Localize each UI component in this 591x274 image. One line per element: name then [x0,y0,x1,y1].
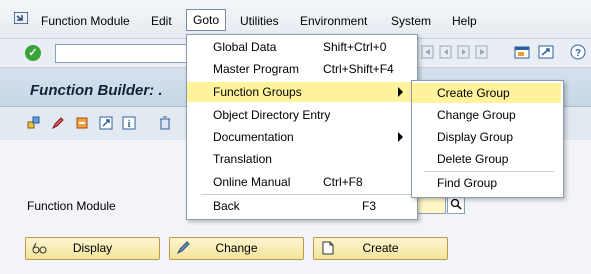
goto-dropdown-menu: Global Data Shift+Ctrl+0 Master Program … [186,34,418,220]
submenu-item-find-group[interactable]: Find Group [412,173,561,193]
menu-item-label: Back [213,199,240,213]
help-icon[interactable]: ? [570,44,586,60]
enter-check-icon[interactable]: ✓ [25,45,41,61]
menu-utilities[interactable]: Utilities [240,14,279,28]
menu-item-shortcut: Shift+Ctrl+0 [323,40,387,54]
menu-separator [201,194,411,195]
change-button[interactable]: Change [169,237,304,260]
info-icon[interactable]: i [122,116,136,130]
submenu-item-delete-group[interactable]: Delete Group [412,149,561,169]
submenu-item-label: Find Group [437,176,498,190]
other-object-icon[interactable] [27,116,41,130]
menu-item-online-manual[interactable]: Online Manual Ctrl+F8 [187,172,415,192]
submenu-arrow-icon [398,132,403,142]
menu-item-translation[interactable]: Translation [187,149,415,169]
menu-item-label: Documentation [213,130,294,144]
menu-item-shortcut: F3 [362,199,377,213]
system-menu-icon[interactable] [14,12,28,24]
function-module-label: Function Module [27,199,116,213]
page-title: Function Builder: . [30,82,163,99]
submenu-item-label: Create Group [437,86,510,100]
submenu-item-change-group[interactable]: Change Group [412,105,561,125]
where-used-icon[interactable] [99,116,113,130]
display-button-label: Display [72,241,113,255]
menu-item-documentation[interactable]: Documentation [187,127,415,147]
menu-item-label: Object Directory Entry [213,108,331,122]
submenu-item-label: Change Group [437,108,516,122]
submenu-item-create-group[interactable]: Create Group [412,83,561,103]
menu-item-back[interactable]: Back F3 [187,196,415,216]
submenu-arrow-icon [398,87,403,97]
change-button-label: Change [215,241,258,255]
create-button-label: Create [362,241,399,255]
menu-help[interactable]: Help [452,14,477,28]
menu-function-module[interactable]: Function Module [41,14,130,28]
delete-trash-icon[interactable] [158,116,172,130]
menu-item-label: Translation [213,152,272,166]
menu-item-global-data[interactable]: Global Data Shift+Ctrl+0 [187,37,415,57]
submenu-item-label: Display Group [437,130,514,144]
menu-item-label: Global Data [213,40,277,54]
menu-item-label: Function Groups [213,85,302,99]
next-page-icon[interactable] [456,44,472,60]
menu-item-object-directory-entry[interactable]: Object Directory Entry [187,105,415,125]
test-icon[interactable] [75,116,89,130]
edit-pencil-icon[interactable] [51,116,65,130]
svg-text:i: i [128,119,131,130]
display-button[interactable]: Display [25,237,160,260]
submenu-item-display-group[interactable]: Display Group [412,127,561,147]
menu-item-label: Master Program [213,62,300,76]
create-shortcut-icon[interactable] [538,44,554,60]
menu-item-function-groups[interactable]: Function Groups [187,82,415,102]
submenu-separator [424,171,554,172]
menu-environment[interactable]: Environment [300,14,367,28]
function-groups-submenu: Create Group Change Group Display Group … [411,80,564,198]
menu-item-master-program[interactable]: Master Program Ctrl+Shift+F4 [187,59,415,79]
menu-system[interactable]: System [391,14,431,28]
submenu-item-label: Delete Group [437,152,509,166]
command-field[interactable] [55,44,187,63]
menu-goto[interactable]: Goto [186,9,227,31]
menu-item-shortcut: Ctrl+Shift+F4 [323,62,394,76]
menu-item-label: Online Manual [213,175,291,189]
previous-page-icon[interactable] [438,44,454,60]
menu-item-shortcut: Ctrl+F8 [323,175,363,189]
first-page-icon[interactable] [420,44,436,60]
menu-edit[interactable]: Edit [151,14,172,28]
last-page-icon[interactable] [474,44,490,60]
new-session-icon[interactable] [514,44,530,60]
create-button[interactable]: Create [313,237,448,260]
svg-text:?: ? [575,48,581,59]
